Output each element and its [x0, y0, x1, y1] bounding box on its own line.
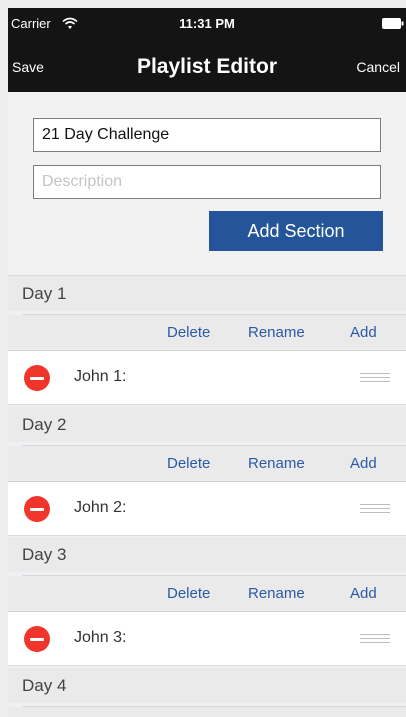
section-title: Day 3 [22, 545, 67, 564]
section-header-day-2: Day 2 [8, 407, 406, 442]
rename-section-button[interactable]: Rename [248, 324, 305, 341]
delete-section-button[interactable]: Delete [167, 324, 210, 341]
add-item-button[interactable]: Add [350, 324, 377, 341]
reorder-icon[interactable] [360, 634, 390, 644]
section-title: Day 1 [22, 284, 67, 303]
status-time: 11:31 PM [179, 16, 235, 31]
minus-icon[interactable] [24, 365, 50, 391]
description-input[interactable] [33, 165, 381, 199]
section-header-day-4: Day 4 [8, 668, 406, 703]
section-actions-day-4: Delete Rename Add [8, 707, 406, 717]
section-title: Day 2 [22, 415, 67, 434]
reorder-icon[interactable] [360, 373, 390, 383]
delete-section-button[interactable]: Delete [167, 455, 210, 472]
playlist-form: Add Section [8, 92, 406, 275]
list-item[interactable]: John 1: [8, 350, 406, 405]
list-item[interactable]: John 2: [8, 481, 406, 536]
add-item-button[interactable]: Add [350, 455, 377, 472]
section-header-day-1: Day 1 [8, 276, 406, 311]
delete-section-button[interactable]: Delete [167, 585, 210, 602]
reorder-icon[interactable] [360, 504, 390, 514]
list-item-label: John 2: [74, 499, 127, 516]
add-item-button[interactable]: Add [350, 585, 377, 602]
section-title: Day 4 [22, 676, 67, 695]
navigation-bar: Carrier 11:31 PM Save Playlist Editor Ca… [8, 8, 406, 92]
playlist-title-input[interactable] [33, 118, 381, 152]
page-title: Playlist Editor [136, 55, 278, 78]
minus-icon[interactable] [24, 626, 50, 652]
rename-section-button[interactable]: Rename [248, 585, 305, 602]
add-section-button[interactable]: Add Section [209, 211, 383, 251]
list-item-label: John 3: [74, 629, 127, 646]
section-actions-day-1: Delete Rename Add [8, 315, 406, 349]
app-frame: Carrier 11:31 PM Save Playlist Editor Ca… [8, 8, 406, 717]
cancel-button[interactable]: Cancel [356, 59, 400, 75]
minus-icon[interactable] [24, 496, 50, 522]
list-item-label: John 1: [74, 368, 127, 385]
section-header-day-3: Day 3 [8, 537, 406, 572]
rename-section-button[interactable]: Rename [248, 455, 305, 472]
section-actions-day-2: Delete Rename Add [8, 446, 406, 480]
section-actions-day-3: Delete Rename Add [8, 576, 406, 610]
list-item[interactable]: John 3: [8, 611, 406, 666]
status-bar: Carrier 11:31 PM [8, 8, 406, 38]
battery-icon [382, 18, 404, 29]
